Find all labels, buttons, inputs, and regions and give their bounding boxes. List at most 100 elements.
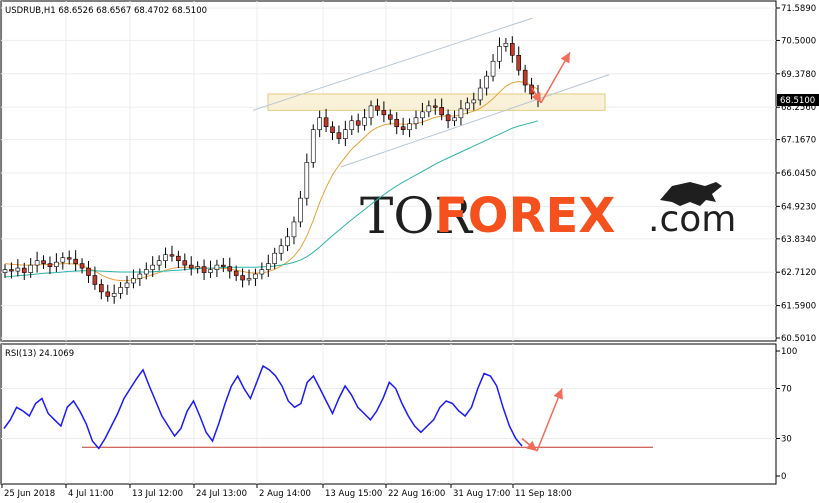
candle-body xyxy=(41,260,46,264)
candle-body xyxy=(66,257,72,260)
candle-body xyxy=(343,129,348,139)
watermark-part2: FOREX xyxy=(435,188,615,244)
candle-body xyxy=(458,108,464,119)
candle-body xyxy=(510,43,515,56)
time-tick-label: 13 Jul 12:00 xyxy=(132,489,183,499)
candle-body xyxy=(298,197,303,223)
rsi-axis-labels: 100 70 30 0 xyxy=(776,347,797,482)
rsi-chart-title: RSI(13) 24.1069 xyxy=(5,349,74,359)
price-tick-label: 69.3780 xyxy=(781,70,816,80)
price-tick-label: 60.5010 xyxy=(781,334,816,344)
candle-body xyxy=(195,266,200,269)
time-axis-labels: 25 Jun 2018 4 Jul 11:00 13 Jul 12:00 24 Jul… xyxy=(1,484,572,499)
candle-body xyxy=(310,129,316,163)
torforex-watermark: TOR FOREX .com xyxy=(360,182,736,245)
candle-body xyxy=(201,266,207,273)
candle-body xyxy=(259,269,265,275)
candle-body xyxy=(362,117,367,126)
candle-body xyxy=(86,267,91,276)
candle-body xyxy=(240,275,245,281)
candle-body xyxy=(278,245,284,254)
chart-root: TOR FOREX .com 71.589070.500069.378068.2… xyxy=(0,0,819,499)
candle-body xyxy=(60,257,66,263)
candle-body xyxy=(156,260,162,266)
price-tick-label: 63.8340 xyxy=(781,235,816,245)
time-tick-label: 4 Jul 11:00 xyxy=(68,489,114,499)
candle-body xyxy=(28,264,33,273)
time-tick-label: 11 Sep 18:00 xyxy=(515,489,572,499)
candle-body xyxy=(323,117,329,128)
candle-body xyxy=(182,260,188,266)
candle-body xyxy=(54,261,59,267)
candle-body xyxy=(124,282,130,288)
rsi-tick-label: 30 xyxy=(781,435,792,445)
candle-body xyxy=(355,120,361,126)
candle-body xyxy=(221,264,226,267)
price-panel-frame xyxy=(0,0,777,342)
candle-body xyxy=(388,114,393,120)
candle-body xyxy=(336,132,342,139)
price-tick-label: 64.9230 xyxy=(781,202,816,212)
candle-body xyxy=(477,87,483,101)
candle-body xyxy=(304,162,310,199)
candle-body xyxy=(2,269,8,273)
candle-body xyxy=(439,107,444,116)
rsi-tick-label: 100 xyxy=(781,347,797,357)
price-axis-labels: 71.589070.500069.378068.256067.167066.04… xyxy=(776,4,816,344)
candle-body xyxy=(413,117,419,125)
candle-body xyxy=(99,284,104,293)
candle-body xyxy=(131,278,136,284)
candle-body xyxy=(227,266,233,272)
candle-body xyxy=(471,99,477,104)
candle-body xyxy=(516,54,522,71)
candle-body xyxy=(73,258,78,264)
price-tick-label: 70.5000 xyxy=(781,36,816,46)
candle-body xyxy=(118,287,123,294)
candle-body xyxy=(465,102,470,110)
candle-body xyxy=(285,236,290,247)
time-tick-label: 13 Aug 15:00 xyxy=(325,489,382,499)
candle-body xyxy=(265,263,271,270)
candle-body xyxy=(246,278,252,281)
candle-body xyxy=(291,221,297,238)
candle-body xyxy=(445,114,451,122)
candle-body xyxy=(253,273,258,279)
candle-body xyxy=(169,254,175,257)
candle-body xyxy=(15,267,21,272)
candle-body xyxy=(407,123,412,130)
candle-body xyxy=(432,105,438,108)
candle-body xyxy=(47,263,53,267)
price-tick-label: 66.0450 xyxy=(781,169,816,179)
current-price-label: 68.5100 xyxy=(780,96,815,106)
price-tick-label: 61.5900 xyxy=(781,302,816,312)
candle-body xyxy=(420,111,425,119)
candle-body xyxy=(400,126,406,130)
candle-body xyxy=(9,269,14,272)
candle-body xyxy=(188,264,194,269)
candle-body xyxy=(394,118,400,128)
rsi-tick-label: 0 xyxy=(781,472,786,482)
time-tick-label: 24 Jul 13:00 xyxy=(196,489,247,499)
candle-body xyxy=(105,291,111,297)
candle-body xyxy=(426,105,432,113)
candle-body xyxy=(176,255,181,261)
support-zone xyxy=(267,93,606,111)
price-tick-label: 67.1670 xyxy=(781,136,816,146)
time-tick-label: 25 Jun 2018 xyxy=(4,489,55,499)
time-tick-label: 2 Aug 14:00 xyxy=(259,489,311,499)
candle-body xyxy=(484,75,489,89)
candle-body xyxy=(143,269,149,275)
candle-body xyxy=(233,270,239,276)
candle-body xyxy=(214,264,220,270)
candle-body xyxy=(92,275,98,285)
candle-body xyxy=(317,117,322,130)
price-tick-label: 71.5890 xyxy=(781,4,816,14)
time-tick-label: 31 Aug 17:00 xyxy=(453,489,510,499)
candle-body xyxy=(490,60,496,77)
candle-body xyxy=(375,105,380,111)
candle-body xyxy=(21,267,27,273)
candle-body xyxy=(137,273,143,279)
watermark-part3: .com xyxy=(648,199,736,240)
candle-body xyxy=(79,263,85,269)
candle-body xyxy=(368,105,374,119)
